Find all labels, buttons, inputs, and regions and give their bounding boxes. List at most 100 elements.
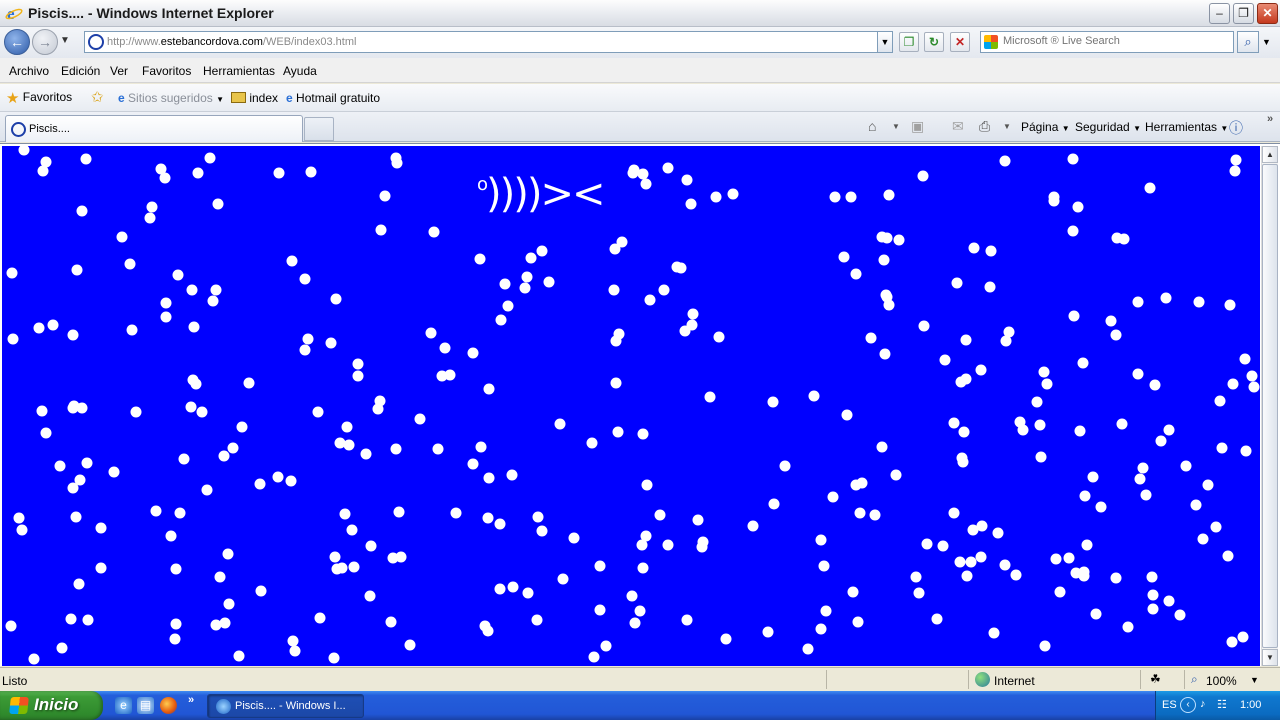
- close-button[interactable]: ✕: [1257, 3, 1278, 24]
- bubble: [536, 245, 548, 257]
- bubble: [325, 337, 337, 349]
- status-bar: Listo Internet ☘ ⌕ 100% ▼: [0, 667, 1280, 691]
- search-options-dropdown[interactable]: ▼: [1262, 37, 1271, 47]
- fav-link-hotmail[interactable]: e Hotmail gratuito: [286, 91, 380, 105]
- menu-ayuda[interactable]: Ayuda: [283, 64, 317, 78]
- search-button[interactable]: ⌕: [1237, 31, 1259, 53]
- scroll-up-button[interactable]: ▲: [1262, 146, 1278, 163]
- bubble: [330, 293, 342, 305]
- bubble: [522, 587, 534, 599]
- recent-pages-dropdown[interactable]: ▼: [60, 35, 70, 46]
- menu-favoritos[interactable]: Favoritos: [142, 64, 191, 78]
- bubble: [948, 417, 960, 429]
- chevron-down-icon[interactable]: ▼: [892, 122, 900, 131]
- bubble: [1144, 182, 1156, 194]
- bubble: [1063, 552, 1075, 564]
- bubble: [1140, 489, 1152, 501]
- quicklaunch-firefox-icon[interactable]: [160, 697, 177, 714]
- bubble: [600, 640, 612, 652]
- search-box[interactable]: [980, 31, 1234, 53]
- quicklaunch-show-desktop-icon[interactable]: ▤: [137, 697, 154, 714]
- compatibility-view-button[interactable]: ❐: [899, 32, 919, 52]
- start-button[interactable]: Inicio: [0, 691, 103, 720]
- bubble: [467, 458, 479, 470]
- protected-mode-icon[interactable]: ☘: [1150, 672, 1161, 686]
- bubble: [68, 400, 80, 412]
- search-input[interactable]: [1003, 35, 1223, 47]
- chevron-more-icon[interactable]: »: [1267, 113, 1273, 125]
- menu-herramientas[interactable]: Herramientas: [203, 64, 275, 78]
- bubble: [160, 297, 172, 309]
- menu-archivo[interactable]: Archivo: [9, 64, 49, 78]
- refresh-button[interactable]: ↻: [924, 32, 944, 52]
- bubble: [640, 178, 652, 190]
- status-divider: [826, 670, 827, 689]
- address-input[interactable]: http://www.estebancordova.com/WEB/index0…: [84, 31, 878, 53]
- bubble: [999, 559, 1011, 571]
- maximize-button[interactable]: ❐: [1233, 3, 1254, 24]
- bubble: [1079, 490, 1091, 502]
- show-hidden-icons-icon[interactable]: ‹: [1180, 697, 1196, 713]
- forward-button[interactable]: →: [32, 29, 58, 55]
- suggested-sites-button[interactable]: e Sitios sugeridos ▼: [118, 91, 224, 105]
- bubble: [610, 335, 622, 347]
- chevron-down-icon[interactable]: ▼: [1003, 122, 1011, 131]
- address-dropdown-button[interactable]: ▼: [877, 31, 893, 53]
- bubble: [302, 333, 314, 345]
- menu-edicion[interactable]: Edición: [61, 64, 100, 78]
- bubble: [808, 390, 820, 402]
- bubble: [984, 281, 996, 293]
- taskbar-window-button[interactable]: Piscis.... - Windows I...: [207, 694, 364, 718]
- bubble: [507, 581, 519, 593]
- chevron-down-icon[interactable]: ▼: [1250, 675, 1259, 685]
- home-icon[interactable]: ⌂: [868, 118, 876, 134]
- bubble: [687, 308, 699, 320]
- add-to-favorites-button[interactable]: ✩: [91, 88, 104, 106]
- language-indicator[interactable]: ES: [1162, 699, 1177, 711]
- scroll-thumb[interactable]: [1262, 164, 1278, 648]
- fav-link-index[interactable]: index: [231, 91, 278, 105]
- bubble: [543, 276, 555, 288]
- bubble: [1116, 418, 1128, 430]
- bubble: [829, 191, 841, 203]
- security-menu[interactable]: Seguridad ▼: [1075, 120, 1141, 134]
- arrow-right-icon: →: [38, 34, 52, 50]
- mail-icon[interactable]: ✉: [952, 118, 964, 135]
- favorites-button[interactable]: ★ Favoritos: [6, 89, 72, 107]
- taskbar: Inicio e ▤ » Piscis.... - Windows I... E…: [0, 691, 1280, 720]
- bubble: [1248, 381, 1260, 393]
- bubble: [852, 616, 864, 628]
- bubble: [1122, 621, 1134, 633]
- page-menu[interactable]: Página ▼: [1021, 120, 1070, 134]
- new-tab-button[interactable]: [304, 117, 334, 141]
- bubble: [913, 587, 925, 599]
- fish-body: ))))><: [486, 171, 605, 217]
- help-icon[interactable]: ⓘ: [1229, 118, 1243, 138]
- bubble: [150, 505, 162, 517]
- bubble: [314, 612, 326, 624]
- feeds-icon[interactable]: ▣: [911, 118, 924, 135]
- volume-icon[interactable]: ♪: [1200, 698, 1206, 710]
- magnifier-icon: ⌕: [1244, 34, 1252, 49]
- vertical-scrollbar[interactable]: ▲ ▼: [1261, 146, 1278, 666]
- scroll-down-button[interactable]: ▼: [1262, 649, 1278, 666]
- print-icon[interactable]: ⎙: [979, 118, 990, 135]
- bubble: [227, 442, 239, 454]
- bubble: [876, 441, 888, 453]
- zoom-level[interactable]: 100%: [1206, 674, 1237, 688]
- tab-active[interactable]: Piscis....: [5, 115, 303, 142]
- bubble: [720, 633, 732, 645]
- quicklaunch-ie-icon[interactable]: e: [115, 697, 132, 714]
- minimize-button[interactable]: –: [1209, 3, 1230, 24]
- network-icon[interactable]: ☷: [1217, 698, 1227, 711]
- bubble: [178, 453, 190, 465]
- stop-button[interactable]: ✕: [950, 32, 970, 52]
- quicklaunch-more-icon[interactable]: »: [188, 694, 194, 706]
- bubble: [637, 428, 649, 440]
- bubble: [985, 245, 997, 257]
- back-button[interactable]: ←: [4, 29, 30, 55]
- bubble: [212, 198, 224, 210]
- zoom-magnifier-icon[interactable]: ⌕: [1191, 672, 1198, 687]
- tools-menu[interactable]: Herramientas ▼: [1145, 120, 1228, 134]
- menu-ver[interactable]: Ver: [110, 64, 128, 78]
